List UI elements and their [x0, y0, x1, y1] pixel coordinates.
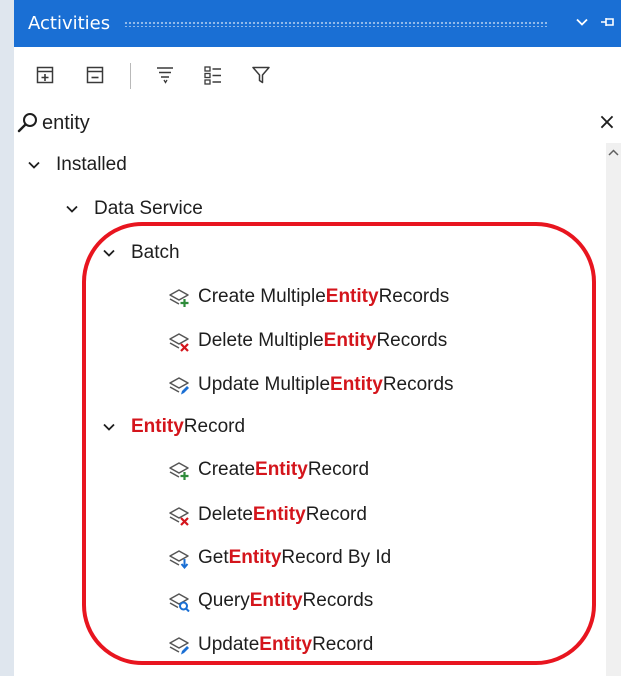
search-bar: × — [14, 103, 621, 143]
create-entity-icon — [169, 289, 189, 307]
search-highlight: Entity — [228, 547, 282, 568]
tree-node-entity-record[interactable]: Entity Record — [101, 407, 245, 447]
search-highlight: Entity — [325, 286, 379, 307]
tree-node-label: Installed — [56, 154, 127, 175]
activity-label-post: Records — [382, 374, 454, 395]
activity-label-post: Record — [307, 459, 370, 480]
activities-panel: Activities entity × Installed Data Servi… — [0, 0, 621, 676]
create-entity-icon — [169, 462, 189, 480]
activity-update-entity-record[interactable]: Update Entity Record — [168, 625, 373, 665]
delete-entity-icon — [169, 333, 189, 352]
update-entity-icon — [169, 637, 189, 655]
chevron-down-icon[interactable] — [26, 157, 42, 173]
activity-label-pre: Create Multiple — [198, 286, 326, 307]
query-entity-icon — [169, 593, 190, 612]
search-highlight: Entity — [323, 330, 377, 351]
search-icon — [16, 111, 40, 135]
activity-create-multiple-entity-records[interactable]: Create Multiple Entity Records — [168, 277, 449, 317]
tree-node-data-service[interactable]: Data Service — [64, 189, 203, 229]
activities-tree: Installed Data Service Batch Create Mult… — [14, 143, 606, 676]
search-highlight: Entity — [255, 459, 308, 480]
drag-grip[interactable] — [124, 20, 547, 27]
chevron-down-icon[interactable] — [101, 245, 117, 261]
activities-toolbar — [14, 47, 621, 103]
activity-update-multiple-entity-records[interactable]: Update Multiple Entity Records — [168, 365, 454, 405]
delete-entity-icon — [169, 507, 189, 526]
activity-label-pre: Update Multiple — [198, 374, 331, 395]
activity-label-pre: Update — [198, 634, 260, 655]
sort-icon[interactable] — [150, 60, 180, 90]
tree-node-installed[interactable]: Installed — [26, 145, 127, 185]
activity-label-pre: Delete — [198, 504, 253, 525]
activity-label-pre: Delete Multiple — [198, 330, 324, 351]
activity-label-post: Records — [378, 286, 450, 307]
vertical-scrollbar[interactable] — [606, 143, 621, 676]
tree-node-label: Data Service — [94, 198, 203, 219]
search-input[interactable] — [42, 109, 582, 137]
left-edge-strip — [0, 0, 14, 676]
toolbar-separator — [130, 63, 131, 89]
activity-query-entity-records[interactable]: Query Entity Records — [168, 581, 373, 621]
activity-label-pre: Get — [198, 547, 229, 568]
tree-node-batch[interactable]: Batch — [101, 233, 180, 273]
tree-node-label: Batch — [131, 242, 180, 263]
activity-label-pre: Query — [198, 590, 250, 611]
panel-title-bar[interactable]: Activities — [14, 0, 621, 47]
collapse-all-icon[interactable] — [80, 60, 110, 90]
filter-icon[interactable] — [246, 60, 276, 90]
activity-create-entity-record[interactable]: Create Entity Record — [168, 450, 369, 490]
clear-search-button[interactable]: × — [595, 109, 619, 137]
update-entity-icon — [169, 377, 189, 395]
search-highlight: Entity — [249, 590, 303, 611]
chevron-down-icon[interactable] — [569, 14, 595, 33]
search-highlight: Entity — [259, 634, 313, 655]
get-entity-icon — [169, 550, 189, 569]
expand-all-icon[interactable] — [30, 60, 60, 90]
activity-label-post: Record — [312, 634, 374, 655]
list-view-icon[interactable] — [198, 60, 228, 90]
activity-label-post: Records — [376, 330, 448, 351]
activity-delete-multiple-entity-records[interactable]: Delete Multiple Entity Records — [168, 321, 447, 361]
activity-label-post: Records — [302, 590, 374, 611]
activity-delete-entity-record[interactable]: Delete Entity Record — [168, 495, 367, 535]
panel-title: Activities — [28, 13, 111, 34]
activity-label-pre: Create — [198, 459, 256, 480]
search-highlight: Entity — [330, 374, 383, 395]
activity-get-entity-record-by-id[interactable]: Get Entity Record By Id — [168, 538, 391, 578]
chevron-down-icon[interactable] — [101, 419, 117, 435]
tree-node-label: Record — [183, 416, 246, 437]
search-highlight: Entity — [131, 416, 184, 437]
activity-label-post: Record By Id — [281, 547, 392, 568]
chevron-down-icon[interactable] — [64, 201, 80, 217]
search-highlight: Entity — [252, 504, 306, 525]
pin-icon[interactable] — [595, 14, 621, 33]
activity-label-post: Record — [305, 504, 367, 525]
scroll-up-arrow-icon[interactable] — [607, 147, 620, 159]
